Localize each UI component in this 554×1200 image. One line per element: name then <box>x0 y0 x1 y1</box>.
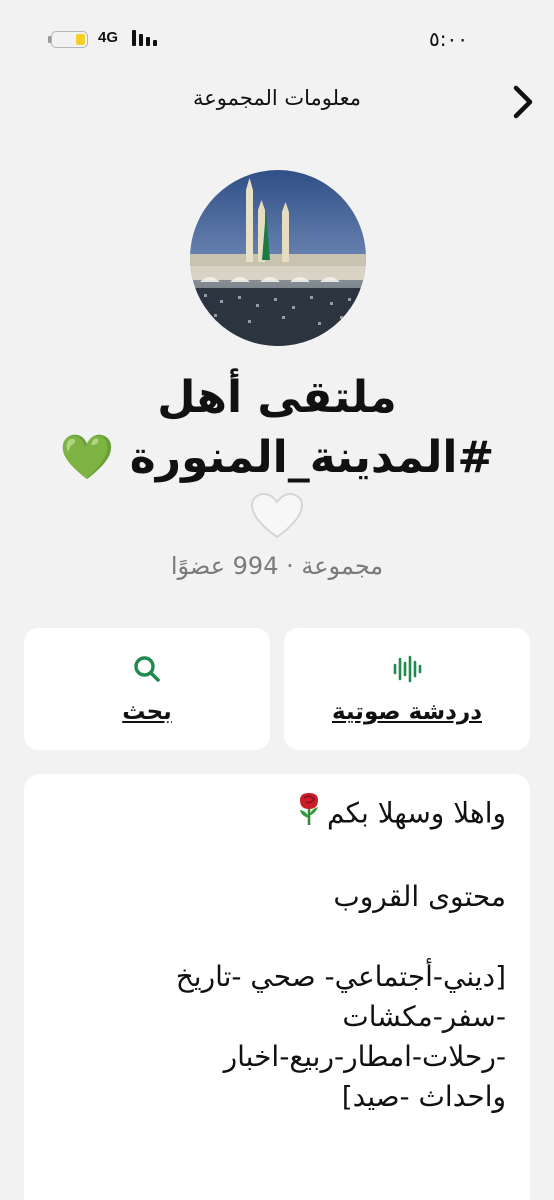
description-line: محتوى القروب <box>333 880 506 913</box>
voice-chat-button[interactable]: دردشة صوتية <box>284 628 530 750</box>
mosque-photo <box>190 170 366 346</box>
description-line: [ديني-أجتماعي- صحي -تاريخ <box>175 960 506 993</box>
description-line: واحداث -صيد] <box>341 1080 506 1113</box>
rose-icon <box>295 792 323 837</box>
network-indicator: 4G <box>98 29 119 46</box>
description-line <box>44 837 506 877</box>
sound-wave-icon <box>392 653 422 685</box>
group-title-line2: #المدينة_المنورة 💚 <box>59 432 495 483</box>
page-title: معلومات المجموعة <box>193 86 361 110</box>
description-line: واهلا وسهلا بكم <box>44 792 506 837</box>
group-title: ملتقى أهل #المدينة_المنورة 💚 <box>20 368 534 488</box>
signal-icon <box>132 30 162 46</box>
description-line: -سفر-مكشات <box>342 1000 506 1033</box>
search-icon <box>132 653 162 685</box>
description-line: -رحلات-امطار-ربيع-اخبار <box>223 1040 506 1073</box>
group-avatar[interactable] <box>190 170 366 346</box>
voice-chat-label: دردشة صوتية <box>331 699 483 725</box>
status-bar: 4G ٥:٠٠ <box>0 0 554 78</box>
white-heart-emoji <box>250 492 304 540</box>
group-subtitle: مجموعة · 994 عضوًا <box>170 552 384 580</box>
search-button[interactable]: بحث <box>24 628 270 750</box>
group-title-line1: ملتقى أهل <box>157 372 397 423</box>
back-button[interactable] <box>506 82 540 122</box>
clock: ٥:٠٠ <box>429 27 468 51</box>
description-line <box>44 917 506 957</box>
group-description: واهلا وسهلا بكم محتوى القروب [ديني-أجتما… <box>24 774 530 1200</box>
search-label: بحث <box>122 699 172 725</box>
chevron-right-icon <box>513 85 533 119</box>
battery-icon <box>48 30 90 48</box>
